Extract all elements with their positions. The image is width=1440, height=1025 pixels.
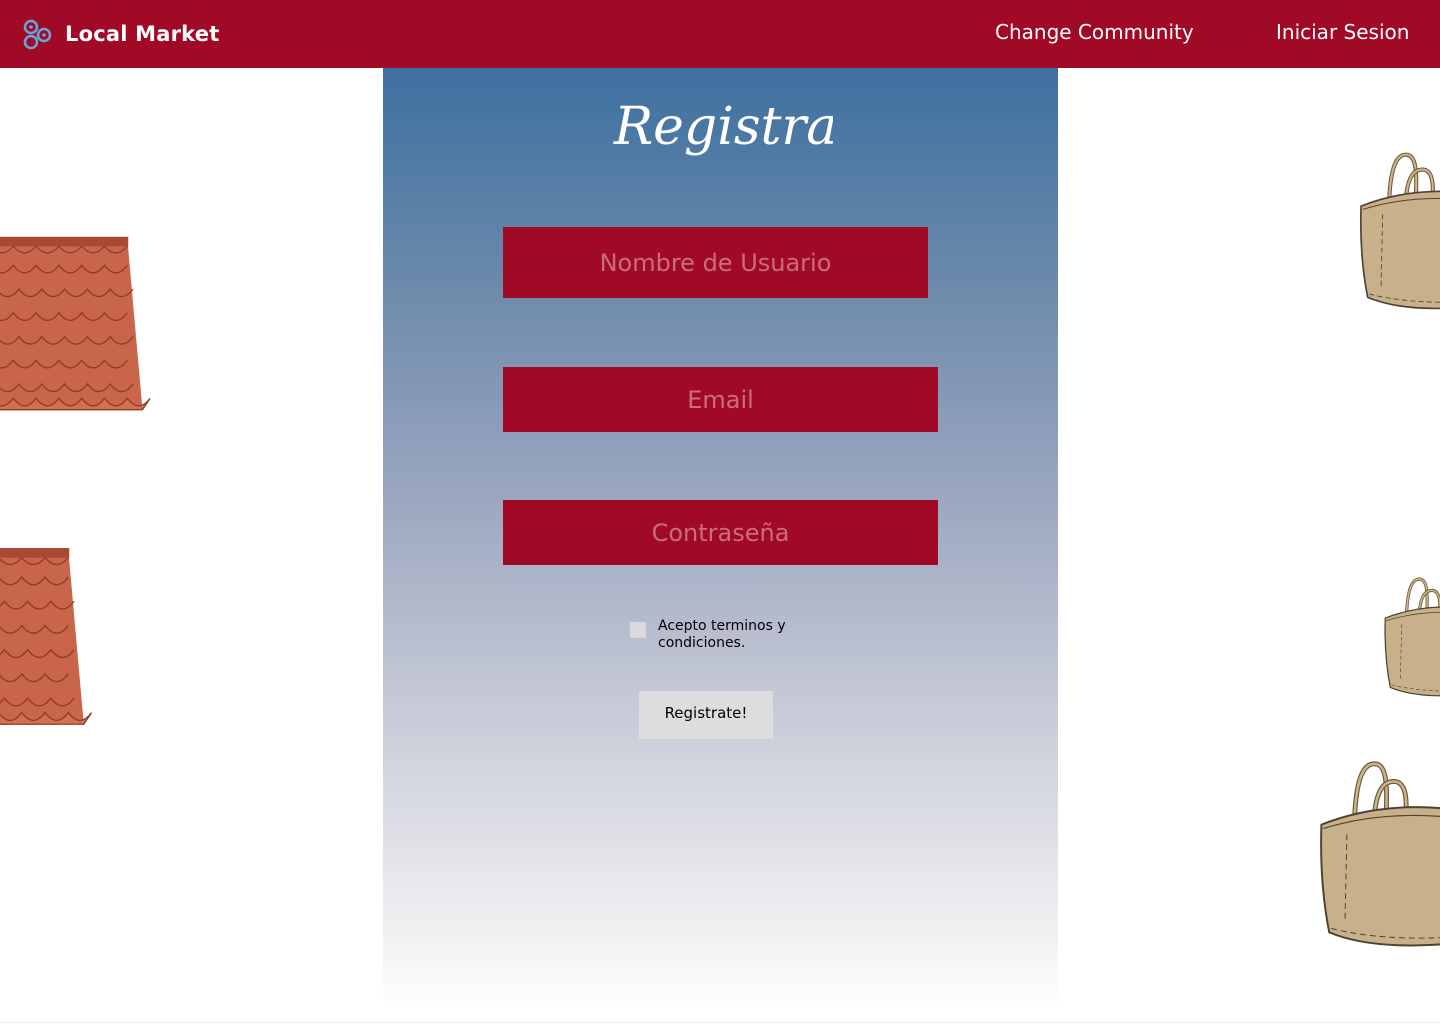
login-link[interactable]: Iniciar Sesion [1276,20,1409,44]
email-input[interactable] [503,367,938,432]
tote-bag-illustration [1345,148,1440,314]
svg-text:Registrate: Registrate [613,97,833,157]
change-community-link[interactable]: Change Community [995,20,1194,44]
terms-label: Acepto terminos y condiciones. [658,618,786,651]
username-input[interactable] [503,227,928,298]
brand-name[interactable]: Local Market [65,22,219,46]
register-title: Registrate [608,86,889,176]
register-button[interactable]: Registrate! [639,691,773,739]
register-title-script: Registrate [613,97,889,157]
register-panel: Registrate Acepto terminos y condiciones… [383,68,1058,1010]
roof-tiles-illustration [0,548,93,725]
roof-tiles-illustration [0,236,151,411]
tote-bag-illustration [1311,756,1440,952]
tote-bag-illustration [1383,577,1440,698]
terms-checkbox[interactable] [630,622,646,638]
footer-divider [0,1022,1440,1023]
password-input[interactable] [503,500,938,565]
local-market-logo-icon[interactable] [20,17,56,53]
top-navbar: Local Market Change Community Iniciar Se… [0,0,1440,68]
